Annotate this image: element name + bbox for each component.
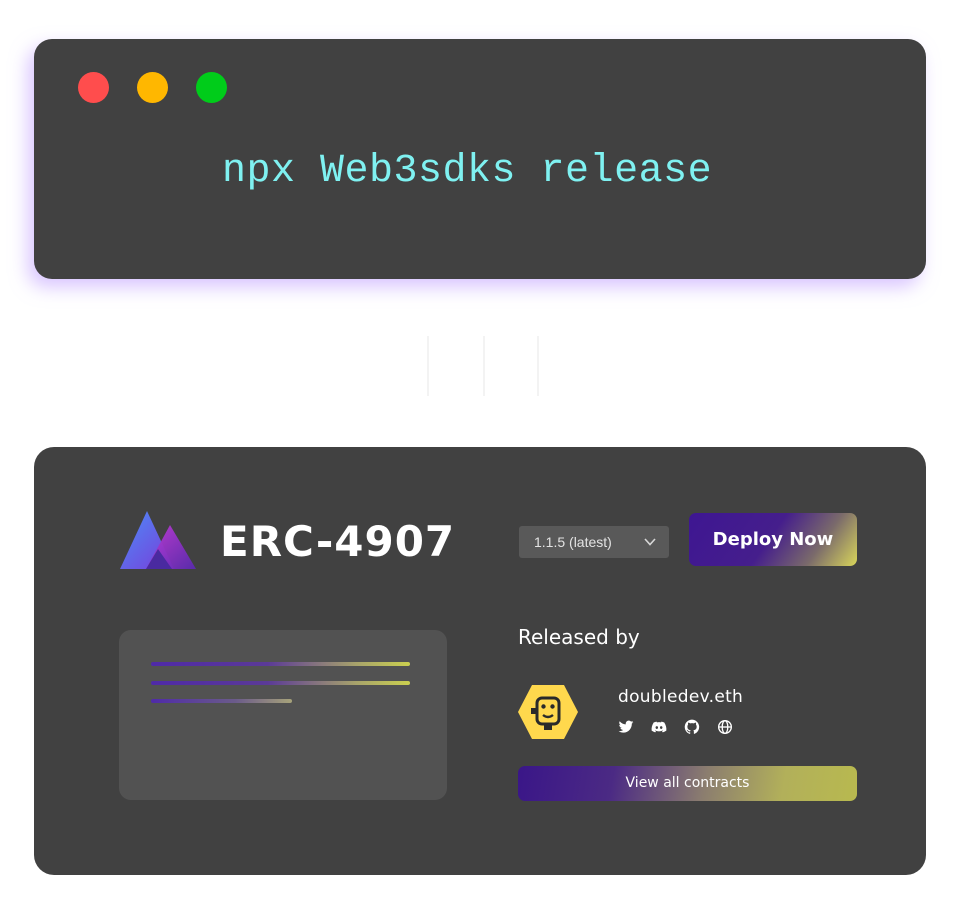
connector-line bbox=[537, 336, 539, 396]
version-select[interactable]: 1.1.5 (latest) bbox=[519, 526, 669, 558]
chevron-down-icon bbox=[644, 538, 656, 546]
contract-title: ERC-4907 bbox=[220, 517, 456, 566]
preview-line bbox=[151, 699, 292, 703]
released-by-heading: Released by bbox=[518, 625, 640, 649]
close-dot-icon[interactable] bbox=[78, 72, 109, 103]
version-select-value: 1.1.5 (latest) bbox=[534, 534, 612, 550]
connector-line bbox=[427, 336, 429, 396]
minimize-dot-icon[interactable] bbox=[137, 72, 168, 103]
view-all-contracts-button[interactable]: View all contracts bbox=[518, 766, 857, 801]
terminal-window: npx Web3sdks release bbox=[34, 39, 926, 279]
preview-line bbox=[151, 681, 410, 685]
publisher-name[interactable]: doubledev.eth bbox=[618, 687, 743, 707]
maximize-dot-icon[interactable] bbox=[196, 72, 227, 103]
triangle-logo-icon bbox=[120, 511, 196, 569]
connector-line bbox=[483, 336, 485, 396]
connector-decoration bbox=[425, 330, 545, 400]
globe-icon[interactable] bbox=[717, 719, 733, 735]
robot-avatar-icon[interactable] bbox=[517, 684, 579, 740]
preview-line bbox=[151, 662, 410, 666]
github-icon[interactable] bbox=[684, 719, 700, 735]
release-card: ERC-4907 1.1.5 (latest) Deploy Now Relea… bbox=[34, 447, 926, 875]
terminal-command: npx Web3sdks release bbox=[222, 149, 713, 194]
twitter-icon[interactable] bbox=[618, 719, 634, 735]
deploy-now-button[interactable]: Deploy Now bbox=[689, 513, 857, 566]
contract-preview-panel bbox=[119, 630, 447, 800]
discord-icon[interactable] bbox=[651, 719, 667, 735]
